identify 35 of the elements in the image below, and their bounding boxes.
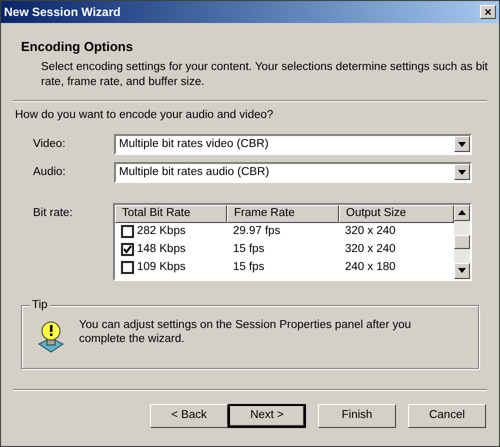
table-cell-text: 320 x 240 — [344, 224, 397, 240]
dropdown-field[interactable]: Multiple bit rates video (CBR) — [114, 134, 472, 155]
scroll-thumb[interactable] — [454, 234, 470, 249]
scroll-up-icon[interactable] — [454, 204, 470, 221]
column-header[interactable]: Total Bit Rate — [115, 204, 227, 223]
tip-text: You can adjust settings on the Session Properties panel after you complete the wizard. — [79, 318, 412, 346]
dialog-button[interactable]: Finish — [318, 404, 396, 428]
checkbox[interactable] — [121, 243, 134, 256]
dropdown-field[interactable]: Multiple bit rates audio (CBR) — [114, 162, 472, 183]
table-cell-text: 109 Kbps — [137, 260, 186, 276]
field-label: Bit rate: — [33, 206, 74, 221]
table-cell-text: 148 Kbps — [137, 242, 186, 258]
table-cell-text: 15 fps — [232, 260, 266, 276]
scroll-down-icon[interactable] — [454, 262, 470, 279]
page-description: Select encoding settings for your content. Your selections determine settings such as bit rate, frame rate, and buffer size. — [40, 60, 489, 90]
table-cell-text: 15 fps — [232, 242, 266, 258]
question-text: How do you want to encode your audio and video? — [14, 108, 274, 122]
lightbulb-icon — [37, 320, 65, 354]
table-cell-text: 240 x 180 — [344, 260, 397, 276]
field-label: Video: — [33, 136, 66, 152]
dialog-button[interactable]: Next > — [228, 404, 306, 428]
column-header[interactable]: Frame Rate — [227, 204, 339, 223]
window-title: New Session Wizard — [4, 4, 121, 21]
field-label: Audio: — [33, 164, 67, 180]
column-header[interactable]: Output Size — [339, 204, 454, 223]
table-cell-text: 320 x 240 — [344, 242, 397, 258]
dialog-button[interactable]: Cancel — [408, 404, 486, 428]
dialog-button[interactable]: < Back — [150, 404, 228, 428]
scrollbar[interactable] — [454, 204, 470, 279]
page-heading: Encoding Options — [21, 38, 134, 56]
table-cell-text: 282 Kbps — [137, 224, 186, 240]
checkbox[interactable] — [121, 225, 134, 238]
checkbox[interactable] — [121, 261, 134, 274]
close-button[interactable]: × — [480, 5, 496, 19]
table-cell-text: 29.97 fps — [232, 224, 282, 240]
